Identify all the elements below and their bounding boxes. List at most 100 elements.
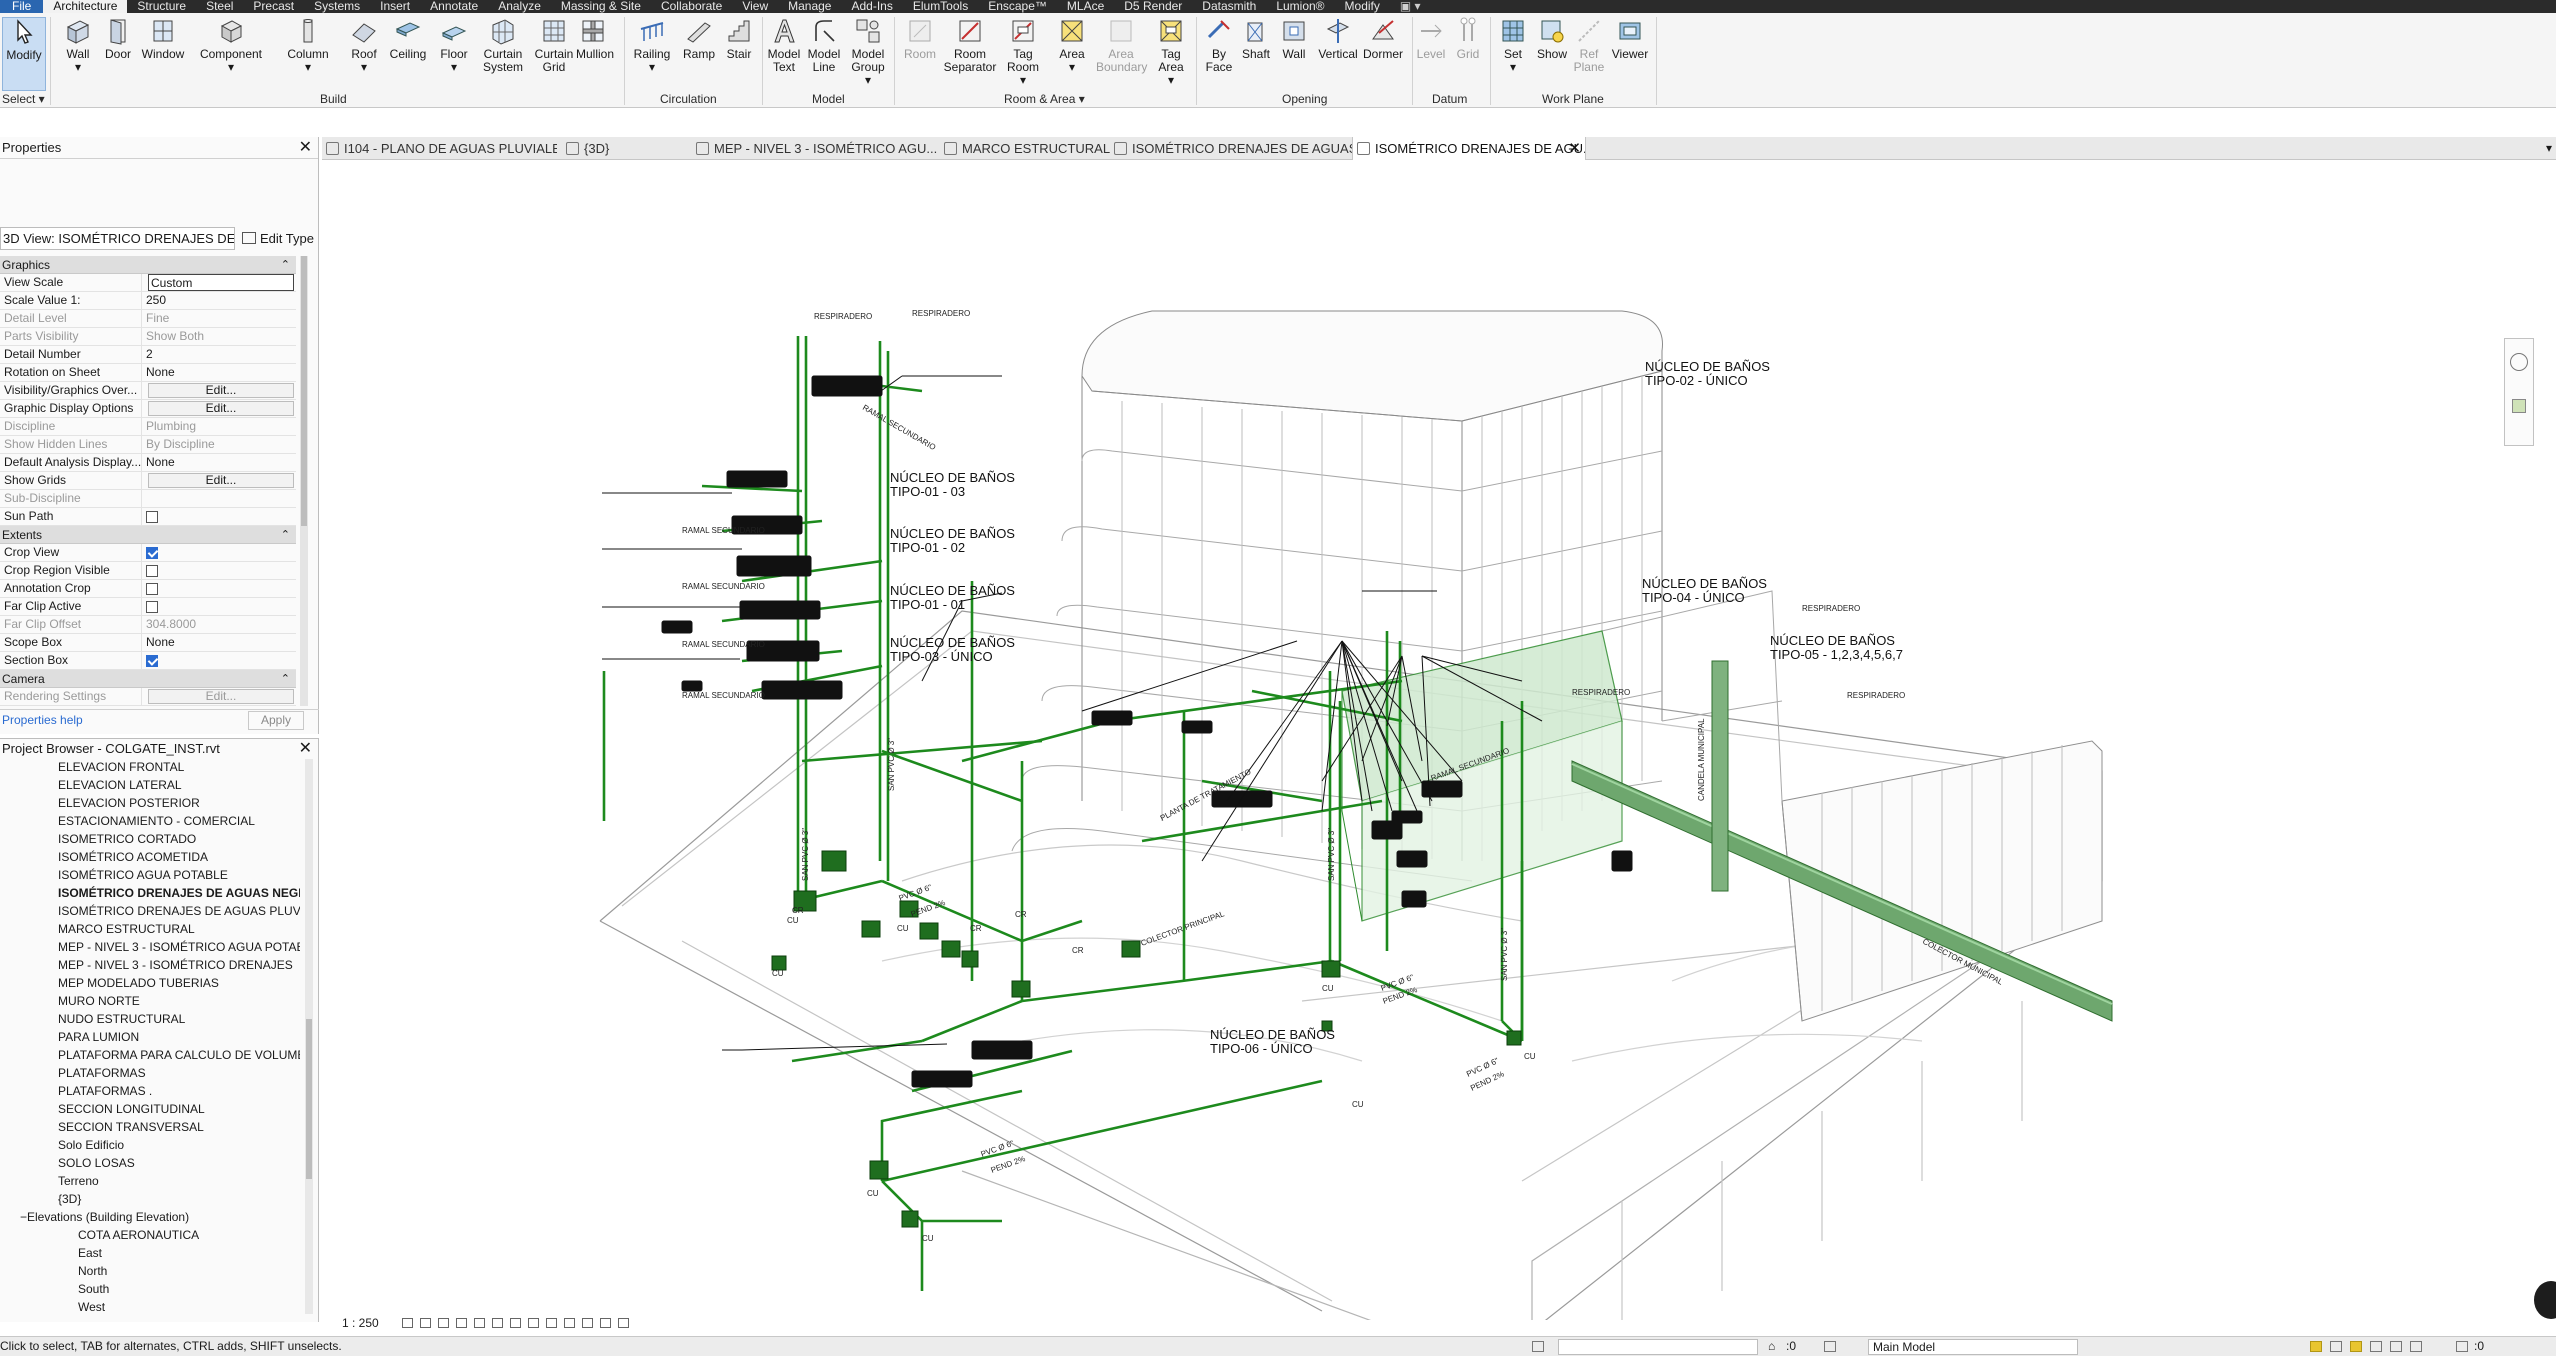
browser-view-item[interactable]: ESTACIONAMIENTO - COMERCIAL [58,812,300,830]
shaft-button[interactable]: Shaft [1238,17,1274,61]
wall-button[interactable]: Wall ▾ [58,17,98,74]
collapse-chevron-icon[interactable]: ⌃ [281,256,290,274]
tab-architecture[interactable]: Architecture [43,0,128,13]
show-button[interactable]: Show [1534,17,1570,61]
browser-view-item[interactable]: SOLO LOSAS [58,1154,300,1172]
browser-view-item[interactable]: Solo Edificio [58,1136,300,1154]
browser-view-item[interactable]: ISOMÉTRICO AGUA POTABLE [58,866,300,884]
pipe-tag[interactable]: RESPIRADERO [1847,691,1905,700]
pipe-tag[interactable]: RESPIRADERO [1572,688,1630,697]
by-face-button[interactable]: By Face [1202,17,1236,74]
temporary-view-properties-icon[interactable] [582,1318,593,1328]
property-checkbox[interactable] [146,601,158,613]
pipe-tag[interactable]: RESPIRADERO [1802,604,1860,613]
apply-button[interactable]: Apply [248,711,304,730]
tab-systems[interactable]: Systems [304,0,370,13]
select-links-icon[interactable] [2310,1341,2322,1352]
pipe-tag[interactable]: SAN PVC Ø 3" [1327,828,1336,881]
browser-view-item[interactable]: PLATAFORMAS [58,1064,300,1082]
browser-view-item[interactable]: MURO NORTE [58,992,300,1010]
pipe-tag[interactable]: SAN PVC Ø 3" [801,828,810,881]
annotation-label[interactable]: NÚCLEO DE BAÑOS TIPO-04 - ÚNICO [1642,576,1767,605]
browser-view-item[interactable]: PLATAFORMA PARA CALCULO DE VOLUMEN [58,1046,300,1064]
pipe-tag[interactable]: SAN PVC Ø 3" [887,738,896,791]
room-button[interactable]: Room [900,17,940,61]
browser-view-item[interactable]: MEP - NIVEL 3 - ISOMÉTRICO AGUA POTABLE [58,938,300,956]
editable-only-icon[interactable]: ⌂ [1768,1337,1775,1356]
tab-mlace[interactable]: MLAce [1057,0,1114,13]
tab-view[interactable]: View [732,0,778,13]
pipe-tag[interactable]: CANDELA MUNICIPAL [1697,718,1706,801]
browser-view-item[interactable]: ELEVACION POSTERIOR [58,794,300,812]
tab-enscape[interactable]: Enscape™ [978,0,1057,13]
browser-view-item[interactable]: PLATAFORMAS . [58,1082,300,1100]
browser-view-item[interactable]: PARA LUMION [58,1028,300,1046]
pipe-tag[interactable]: RAMAL SECUNDARIO [682,582,765,591]
roof-button[interactable]: Roof ▾ [344,17,384,74]
property-checkbox[interactable] [146,655,158,667]
worksets-icon[interactable] [1532,1341,1544,1352]
browser-view-item[interactable]: {3D} [58,1190,300,1208]
railing-button[interactable]: Railing ▾ [630,17,674,74]
browser-view-item[interactable]: ISOMETRICO CORTADO [58,830,300,848]
render-icon[interactable] [474,1318,485,1328]
curtain-system-button[interactable]: Curtain System [476,17,530,74]
constraints-icon[interactable] [618,1318,629,1328]
pipe-tag[interactable]: RAMAL SECUNDARIO [682,691,765,700]
area-boundary-button[interactable]: Area Boundary [1096,17,1147,74]
view-tab[interactable]: I104 - PLANO DE AGUAS PLUVIALES [322,137,557,160]
select-by-face-icon[interactable] [2370,1341,2382,1352]
browser-view-item[interactable]: ISOMÉTRICO DRENAJES DE AGUAS PLUVIALES [58,902,300,920]
view-scale[interactable]: 1 : 250 [342,1314,379,1332]
property-value[interactable]: None [142,454,296,471]
annotation-label[interactable]: NÚCLEO DE BAÑOS TIPO-01 - 01 [890,583,1015,612]
set-button[interactable]: Set ▾ [1496,17,1530,74]
property-checkbox[interactable] [146,511,158,523]
pipe-tag[interactable]: CU [922,1234,934,1243]
model-line-button[interactable]: Model Line [806,17,842,74]
annotation-label[interactable]: NÚCLEO DE BAÑOS TIPO-02 - ÚNICO [1645,359,1770,388]
stair-button[interactable]: Stair [720,17,758,61]
collapse-toggle-icon[interactable]: − [20,1210,27,1224]
tab-manage[interactable]: Manage [778,0,841,13]
browser-elevation-item[interactable]: West [78,1298,298,1316]
mullion-button[interactable]: Mullion [576,17,614,61]
edit-type-button[interactable]: Edit Type [238,227,318,250]
temporary-hide-icon[interactable] [546,1318,557,1328]
property-category-extents[interactable]: Extents ⌃ [0,526,296,544]
design-options-icon[interactable] [1824,1341,1836,1352]
pipe-tag[interactable]: CU [1352,1100,1364,1109]
tab-collaborate[interactable]: Collaborate [651,0,732,13]
ceiling-button[interactable]: Ceiling [386,17,430,61]
annotation-label[interactable]: NÚCLEO DE BAÑOS TIPO-01 - 03 [890,470,1015,499]
pipe-tag[interactable]: CR [970,924,982,933]
workset-dropdown[interactable] [1558,1339,1758,1355]
opening-wall-button[interactable]: Wall [1276,17,1312,61]
tab-datasmith[interactable]: Datasmith [1192,0,1266,13]
pipe-tag[interactable]: SAN PVC Ø 3" [1500,928,1509,981]
browser-elevation-item[interactable]: East [78,1244,298,1262]
property-checkbox[interactable] [146,583,158,595]
room-separator-button[interactable]: Room Separator [942,17,998,74]
model-group-button[interactable]: Model Group ▾ [846,17,890,87]
pipe-tag[interactable]: CU [897,924,909,933]
tab-lumion[interactable]: Lumion® [1266,0,1334,13]
collapse-chevron-icon[interactable]: ⌃ [281,670,290,688]
browser-elevation-item[interactable]: South [78,1280,298,1298]
design-option-dropdown[interactable]: Main Model [1868,1339,2078,1355]
floor-button[interactable]: Floor ▾ [434,17,474,74]
analytical-model-icon[interactable] [600,1318,611,1328]
pipe-tag[interactable]: CU [787,916,799,925]
level-button[interactable]: Level [1414,17,1448,61]
pipe-tag[interactable]: RESPIRADERO [912,309,970,318]
navigation-bar[interactable] [2504,338,2534,446]
property-category-camera[interactable]: Camera ⌃ [0,670,296,688]
group-room-area-label[interactable]: Room & Area ▾ [1004,92,1085,106]
tab-modify[interactable]: Modify [1335,0,1390,13]
pipe-tag[interactable]: CU [867,1189,879,1198]
group-select-label[interactable]: Select ▾ [2,92,45,106]
annotation-label[interactable]: NÚCLEO DE BAÑOS TIPO-06 - ÚNICO [1210,1027,1335,1056]
property-value[interactable]: None [142,634,296,651]
browser-view-item[interactable]: Terreno [58,1172,300,1190]
tab-precast[interactable]: Precast [243,0,304,13]
